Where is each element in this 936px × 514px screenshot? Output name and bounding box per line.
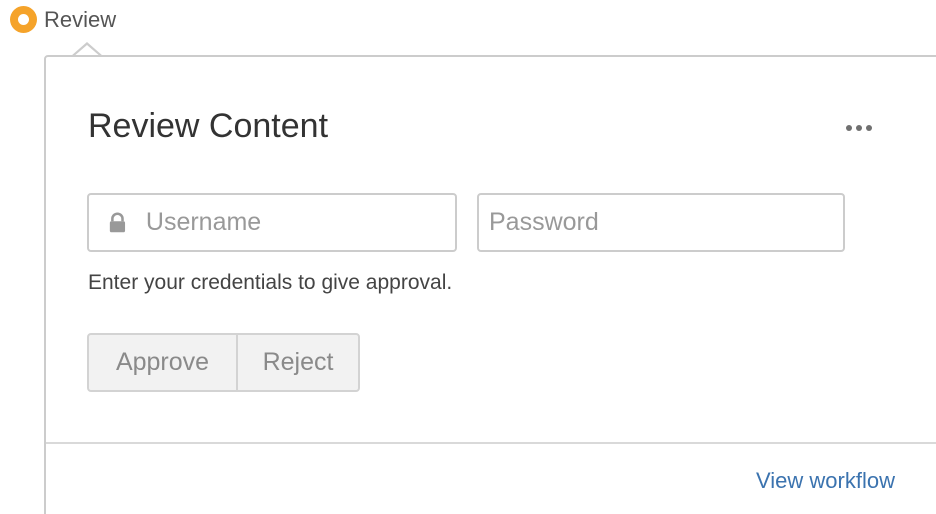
status-indicator: Review <box>10 6 116 33</box>
password-input[interactable] <box>479 195 843 250</box>
username-field <box>87 193 457 252</box>
status-circle-icon <box>10 6 37 33</box>
review-panel: Review Review Content Enter your credent… <box>0 0 936 514</box>
credentials-hint: Enter your credentials to give approval. <box>88 271 453 294</box>
username-input[interactable] <box>145 195 455 250</box>
password-field <box>477 193 845 252</box>
ellipsis-icon-dot <box>856 125 862 131</box>
ellipsis-icon-dot <box>846 125 852 131</box>
approve-button[interactable]: Approve <box>89 335 236 390</box>
ellipsis-icon-dot <box>866 125 872 131</box>
view-workflow-link[interactable]: View workflow <box>756 468 895 494</box>
popover-arrow <box>71 42 103 57</box>
popover-footer: View workflow <box>46 442 936 514</box>
lock-icon <box>109 212 126 232</box>
more-options-button[interactable] <box>846 125 872 131</box>
approval-button-group: Approve Reject <box>87 333 360 392</box>
dialog-title: Review Content <box>88 107 329 145</box>
status-label: Review <box>44 6 117 32</box>
review-popover: Review Content Enter your credentials to… <box>44 55 936 514</box>
reject-button[interactable]: Reject <box>236 335 358 390</box>
